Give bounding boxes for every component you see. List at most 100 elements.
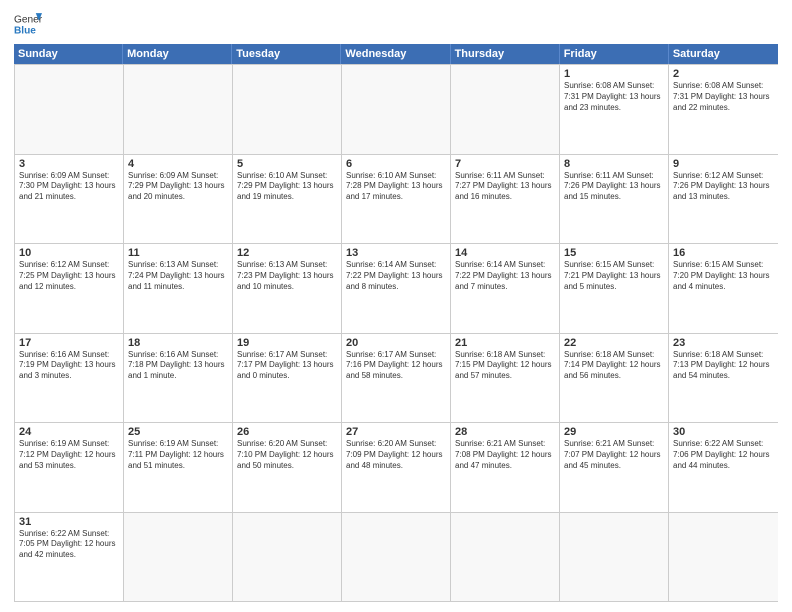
day-number: 13 [346, 247, 446, 259]
day-number: 18 [128, 337, 228, 349]
calendar-cell: 7Sunrise: 6:11 AM Sunset: 7:27 PM Daylig… [451, 155, 560, 244]
calendar-cell: 6Sunrise: 6:10 AM Sunset: 7:28 PM Daylig… [342, 155, 451, 244]
generalblue-logo-icon: General Blue [14, 10, 42, 38]
calendar-cell: 1Sunrise: 6:08 AM Sunset: 7:31 PM Daylig… [560, 65, 669, 154]
day-number: 16 [673, 247, 774, 259]
calendar-cell [560, 513, 669, 602]
header: General Blue [14, 10, 778, 38]
calendar-cell: 22Sunrise: 6:18 AM Sunset: 7:14 PM Dayli… [560, 334, 669, 423]
day-info: Sunrise: 6:08 AM Sunset: 7:31 PM Dayligh… [673, 81, 774, 113]
day-info: Sunrise: 6:13 AM Sunset: 7:23 PM Dayligh… [237, 260, 337, 292]
day-info: Sunrise: 6:17 AM Sunset: 7:17 PM Dayligh… [237, 350, 337, 382]
day-number: 27 [346, 426, 446, 438]
day-number: 21 [455, 337, 555, 349]
day-info: Sunrise: 6:18 AM Sunset: 7:15 PM Dayligh… [455, 350, 555, 382]
calendar-cell: 23Sunrise: 6:18 AM Sunset: 7:13 PM Dayli… [669, 334, 778, 423]
day-info: Sunrise: 6:20 AM Sunset: 7:10 PM Dayligh… [237, 439, 337, 471]
day-number: 30 [673, 426, 774, 438]
calendar-cell: 25Sunrise: 6:19 AM Sunset: 7:11 PM Dayli… [124, 423, 233, 512]
day-header-monday: Monday [123, 44, 232, 64]
calendar-cell: 26Sunrise: 6:20 AM Sunset: 7:10 PM Dayli… [233, 423, 342, 512]
calendar-cell [451, 65, 560, 154]
svg-text:Blue: Blue [14, 25, 36, 36]
day-info: Sunrise: 6:08 AM Sunset: 7:31 PM Dayligh… [564, 81, 664, 113]
calendar-cell: 10Sunrise: 6:12 AM Sunset: 7:25 PM Dayli… [15, 244, 124, 333]
day-info: Sunrise: 6:21 AM Sunset: 7:08 PM Dayligh… [455, 439, 555, 471]
day-info: Sunrise: 6:18 AM Sunset: 7:13 PM Dayligh… [673, 350, 774, 382]
calendar-cell: 20Sunrise: 6:17 AM Sunset: 7:16 PM Dayli… [342, 334, 451, 423]
day-number: 22 [564, 337, 664, 349]
day-info: Sunrise: 6:09 AM Sunset: 7:29 PM Dayligh… [128, 171, 228, 203]
day-header-thursday: Thursday [451, 44, 560, 64]
day-number: 14 [455, 247, 555, 259]
calendar-cell [233, 513, 342, 602]
day-info: Sunrise: 6:15 AM Sunset: 7:20 PM Dayligh… [673, 260, 774, 292]
calendar-cell: 31Sunrise: 6:22 AM Sunset: 7:05 PM Dayli… [15, 513, 124, 602]
day-info: Sunrise: 6:09 AM Sunset: 7:30 PM Dayligh… [19, 171, 119, 203]
day-info: Sunrise: 6:15 AM Sunset: 7:21 PM Dayligh… [564, 260, 664, 292]
calendar-cell [669, 513, 778, 602]
day-info: Sunrise: 6:10 AM Sunset: 7:28 PM Dayligh… [346, 171, 446, 203]
calendar-cell: 13Sunrise: 6:14 AM Sunset: 7:22 PM Dayli… [342, 244, 451, 333]
day-number: 3 [19, 158, 119, 170]
day-number: 28 [455, 426, 555, 438]
calendar-cell: 9Sunrise: 6:12 AM Sunset: 7:26 PM Daylig… [669, 155, 778, 244]
calendar: SundayMondayTuesdayWednesdayThursdayFrid… [14, 44, 778, 602]
day-header-wednesday: Wednesday [341, 44, 450, 64]
calendar-cell [233, 65, 342, 154]
calendar-cell: 2Sunrise: 6:08 AM Sunset: 7:31 PM Daylig… [669, 65, 778, 154]
day-info: Sunrise: 6:14 AM Sunset: 7:22 PM Dayligh… [346, 260, 446, 292]
day-number: 2 [673, 68, 774, 80]
calendar-cell: 12Sunrise: 6:13 AM Sunset: 7:23 PM Dayli… [233, 244, 342, 333]
day-number: 7 [455, 158, 555, 170]
day-info: Sunrise: 6:12 AM Sunset: 7:26 PM Dayligh… [673, 171, 774, 203]
day-info: Sunrise: 6:20 AM Sunset: 7:09 PM Dayligh… [346, 439, 446, 471]
day-number: 31 [19, 516, 119, 528]
calendar-cell: 17Sunrise: 6:16 AM Sunset: 7:19 PM Dayli… [15, 334, 124, 423]
day-info: Sunrise: 6:22 AM Sunset: 7:05 PM Dayligh… [19, 529, 119, 561]
day-info: Sunrise: 6:11 AM Sunset: 7:27 PM Dayligh… [455, 171, 555, 203]
calendar-cell: 18Sunrise: 6:16 AM Sunset: 7:18 PM Dayli… [124, 334, 233, 423]
day-number: 5 [237, 158, 337, 170]
day-number: 1 [564, 68, 664, 80]
calendar-cell: 27Sunrise: 6:20 AM Sunset: 7:09 PM Dayli… [342, 423, 451, 512]
calendar-cell: 11Sunrise: 6:13 AM Sunset: 7:24 PM Dayli… [124, 244, 233, 333]
day-number: 4 [128, 158, 228, 170]
calendar-cell: 8Sunrise: 6:11 AM Sunset: 7:26 PM Daylig… [560, 155, 669, 244]
week-row-4: 24Sunrise: 6:19 AM Sunset: 7:12 PM Dayli… [15, 423, 778, 513]
day-number: 11 [128, 247, 228, 259]
calendar-cell [342, 513, 451, 602]
calendar-cell [342, 65, 451, 154]
calendar-cell: 4Sunrise: 6:09 AM Sunset: 7:29 PM Daylig… [124, 155, 233, 244]
day-number: 23 [673, 337, 774, 349]
day-header-friday: Friday [560, 44, 669, 64]
calendar-cell: 21Sunrise: 6:18 AM Sunset: 7:15 PM Dayli… [451, 334, 560, 423]
calendar-cell: 28Sunrise: 6:21 AM Sunset: 7:08 PM Dayli… [451, 423, 560, 512]
calendar-body: 1Sunrise: 6:08 AM Sunset: 7:31 PM Daylig… [14, 64, 778, 602]
day-info: Sunrise: 6:22 AM Sunset: 7:06 PM Dayligh… [673, 439, 774, 471]
day-number: 15 [564, 247, 664, 259]
week-row-5: 31Sunrise: 6:22 AM Sunset: 7:05 PM Dayli… [15, 513, 778, 603]
day-info: Sunrise: 6:19 AM Sunset: 7:12 PM Dayligh… [19, 439, 119, 471]
day-info: Sunrise: 6:17 AM Sunset: 7:16 PM Dayligh… [346, 350, 446, 382]
day-number: 17 [19, 337, 119, 349]
day-number: 12 [237, 247, 337, 259]
calendar-cell: 24Sunrise: 6:19 AM Sunset: 7:12 PM Dayli… [15, 423, 124, 512]
calendar-cell: 15Sunrise: 6:15 AM Sunset: 7:21 PM Dayli… [560, 244, 669, 333]
calendar-cell: 3Sunrise: 6:09 AM Sunset: 7:30 PM Daylig… [15, 155, 124, 244]
calendar-cell: 16Sunrise: 6:15 AM Sunset: 7:20 PM Dayli… [669, 244, 778, 333]
day-number: 8 [564, 158, 664, 170]
day-number: 6 [346, 158, 446, 170]
day-number: 10 [19, 247, 119, 259]
calendar-cell [451, 513, 560, 602]
day-info: Sunrise: 6:16 AM Sunset: 7:19 PM Dayligh… [19, 350, 119, 382]
week-row-2: 10Sunrise: 6:12 AM Sunset: 7:25 PM Dayli… [15, 244, 778, 334]
week-row-0: 1Sunrise: 6:08 AM Sunset: 7:31 PM Daylig… [15, 65, 778, 155]
day-number: 20 [346, 337, 446, 349]
day-info: Sunrise: 6:21 AM Sunset: 7:07 PM Dayligh… [564, 439, 664, 471]
day-info: Sunrise: 6:11 AM Sunset: 7:26 PM Dayligh… [564, 171, 664, 203]
calendar-cell [124, 65, 233, 154]
day-number: 19 [237, 337, 337, 349]
calendar-cell: 14Sunrise: 6:14 AM Sunset: 7:22 PM Dayli… [451, 244, 560, 333]
day-header-tuesday: Tuesday [232, 44, 341, 64]
